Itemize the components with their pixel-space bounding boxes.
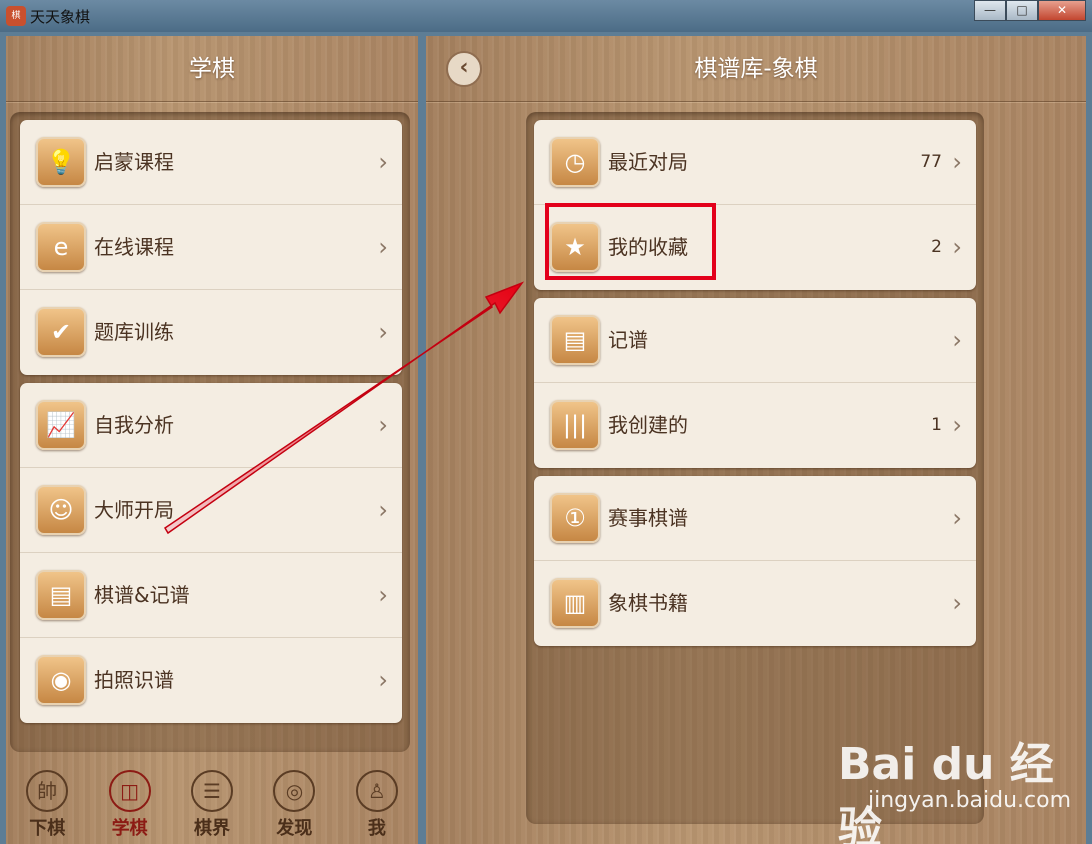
chevron-right-icon: › [952, 233, 962, 261]
clock-icon: ◷ [550, 137, 600, 187]
right-panel-title: 棋谱库-象棋 [426, 36, 1086, 102]
watermark-url: jingyan.baidu.com [868, 788, 1072, 813]
chart-icon: 📈 [36, 400, 86, 450]
nav-tab-icon: ☰ [191, 770, 234, 812]
menu-item[interactable]: ◷ 最近对局 77 › [534, 120, 976, 205]
menu-item-label: 拍照识谱 [94, 668, 174, 692]
menu-item[interactable]: ✔ 题库训练 › [20, 290, 402, 375]
maximize-button[interactable]: □ [1006, 0, 1038, 21]
nav-tab[interactable]: ◎ 发现 [253, 764, 335, 844]
chevron-right-icon: › [952, 504, 962, 532]
minimize-button[interactable]: — [974, 0, 1006, 21]
chevron-right-icon: › [378, 148, 388, 176]
close-button[interactable]: ✕ [1038, 0, 1086, 21]
menu-item[interactable]: 📈 自我分析 › [20, 383, 402, 468]
watermark-logo: Bai du 经验 [838, 739, 1054, 844]
back-button[interactable]: ‹ [446, 51, 482, 87]
chevron-right-icon: › [378, 411, 388, 439]
app-icon: 棋 [6, 6, 26, 26]
chevron-right-icon: › [952, 589, 962, 617]
notebook-icon: ▤ [36, 570, 86, 620]
right-menu-group-3: ① 赛事棋谱 › ▥ 象棋书籍 › [534, 476, 976, 646]
chevron-right-icon: › [952, 326, 962, 354]
left-panel-title: 学棋 [6, 36, 418, 102]
chevron-right-icon: › [378, 496, 388, 524]
menu-item-label: 象棋书籍 [608, 591, 688, 615]
chevron-right-icon: › [378, 581, 388, 609]
menu-item[interactable]: 💡 启蒙课程 › [20, 120, 402, 205]
window-titlebar: 棋 天天象棋 — □ ✕ [0, 0, 1092, 32]
barcode-icon: ||| [550, 400, 600, 450]
menu-item[interactable]: ☺ 大师开局 › [20, 468, 402, 553]
menu-item-count: 1 [931, 415, 942, 435]
menu-item-label: 在线课程 [94, 235, 174, 259]
menu-item-label: 启蒙课程 [94, 150, 174, 174]
nav-tab-icon: ♙ [355, 770, 398, 812]
nav-tab[interactable]: ◫ 学棋 [88, 764, 170, 844]
menu-item[interactable]: ◉ 拍照识谱 › [20, 638, 402, 723]
bottom-nav: 帥下棋 ◫ 学棋 ☰ 棋界 ◎ 发现 ♙ 我 [6, 764, 418, 844]
menu-item[interactable]: ▥ 象棋书籍 › [534, 561, 976, 646]
window-title: 天天象棋 [30, 8, 91, 26]
camera-icon: ◉ [36, 655, 86, 705]
medal-icon: ① [550, 493, 600, 543]
nav-tab-label: 发现 [276, 818, 313, 839]
chevron-right-icon: › [378, 318, 388, 346]
menu-item[interactable]: ▤ 棋谱&记谱 › [20, 553, 402, 638]
nav-tab-icon: 帥 [26, 770, 69, 812]
menu-item-count: 2 [931, 237, 942, 257]
checklist-icon: ✔ [36, 307, 86, 357]
baidu-watermark: Bai du 经验 jingyan.baidu.com [832, 728, 1082, 844]
chevron-right-icon: › [378, 233, 388, 261]
left-panel: 学棋 💡 启蒙课程 › e 在线课程 › ✔ 题库训练 › 📈 自我分析 › ☺ 大师开局 › ▤ 棋谱&记谱… [6, 36, 418, 844]
highlight-box [545, 203, 716, 280]
menu-item-label: 赛事棋谱 [608, 506, 688, 530]
left-menu-group-2: 📈 自我分析 › ☺ 大师开局 › ▤ 棋谱&记谱 › ◉ 拍照识谱 › [20, 383, 402, 723]
nav-tab-icon: ◫ [108, 770, 151, 812]
nav-tab[interactable]: ☰ 棋界 [171, 764, 253, 844]
left-menu-group-1: 💡 启蒙课程 › e 在线课程 › ✔ 题库训练 › [20, 120, 402, 375]
nav-tab-label: 我 [367, 818, 386, 839]
menu-item-label: 棋谱&记谱 [94, 583, 190, 607]
menu-item[interactable]: ||| 我创建的 1 › [534, 383, 976, 468]
menu-item-count: 77 [920, 152, 942, 172]
master-face-icon: ☺ [36, 485, 86, 535]
right-panel: 棋谱库-象棋 ‹ ◷ 最近对局 77 › ★ 我的收藏 2 › ▤ 记谱 › ||| 我创建的 1 › ①… [426, 36, 1086, 844]
bulb-icon: 💡 [36, 137, 86, 187]
notebook-icon: ▤ [550, 315, 600, 365]
menu-item[interactable]: ① 赛事棋谱 › [534, 476, 976, 561]
chevron-right-icon: › [378, 666, 388, 694]
chevron-right-icon: › [952, 411, 962, 439]
menu-item[interactable]: e 在线课程 › [20, 205, 402, 290]
nav-tab-label: 学棋 [111, 818, 148, 839]
book-icon: ▥ [550, 578, 600, 628]
ie-icon: e [36, 222, 86, 272]
nav-tab-label: 下棋 [29, 818, 66, 839]
nav-tab-icon: ◎ [273, 770, 316, 812]
menu-item-label: 我创建的 [608, 413, 688, 437]
nav-tab-label: 棋界 [194, 818, 231, 839]
menu-item-label: 大师开局 [94, 498, 174, 522]
nav-tab[interactable]: ♙ 我 [336, 764, 418, 844]
nav-tab[interactable]: 帥下棋 [6, 764, 88, 844]
menu-item-label: 题库训练 [94, 320, 174, 344]
window-controls: — □ ✕ [974, 0, 1086, 21]
menu-item-label: 自我分析 [94, 413, 174, 437]
menu-item-label: 最近对局 [608, 150, 688, 174]
right-menu-group-2: ▤ 记谱 › ||| 我创建的 1 › [534, 298, 976, 468]
menu-item[interactable]: ▤ 记谱 › [534, 298, 976, 383]
menu-item-label: 记谱 [608, 328, 648, 352]
chevron-right-icon: › [952, 148, 962, 176]
